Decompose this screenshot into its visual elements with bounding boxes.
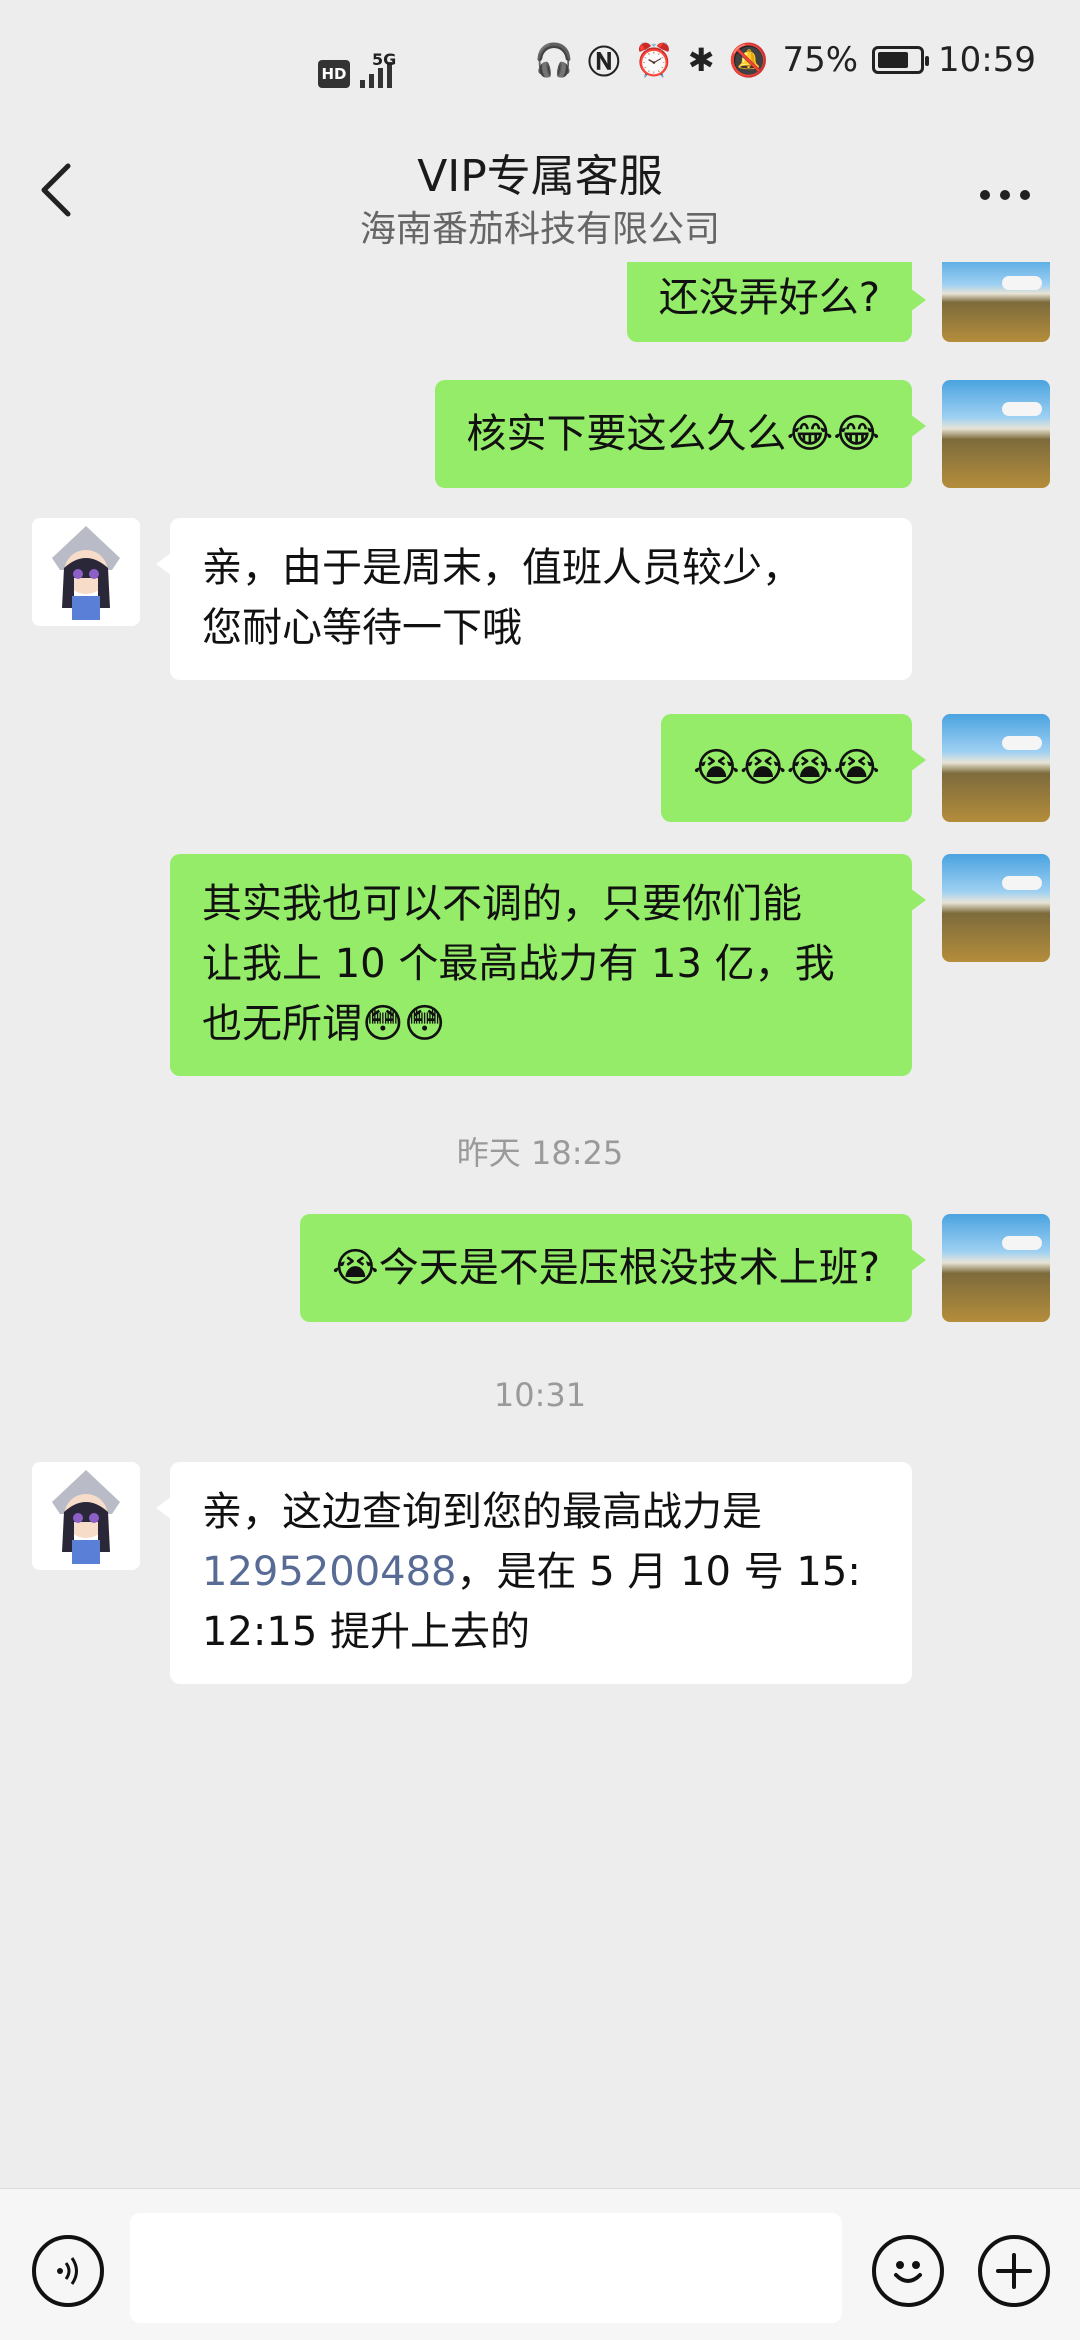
input-bar xyxy=(0,2188,1080,2340)
message-text-line: 亲，这边查询到您的最高战力是 xyxy=(202,1489,762,1535)
nfc-icon: Ⓝ xyxy=(587,43,620,81)
message-text: 😭今天是不是压根没技术上班? xyxy=(332,1245,880,1291)
more-dots-icon[interactable] xyxy=(980,190,1030,200)
link-number[interactable]: 1295200488 xyxy=(202,1549,457,1595)
message-text-line: 也无所谓😳😳 xyxy=(202,1001,446,1047)
clock: 10:59 xyxy=(938,40,1036,80)
message-text-segment: ，是在 5 月 10 号 15: xyxy=(456,1549,861,1595)
agent-character-image xyxy=(32,1462,140,1570)
message-text-line: 12:15 提升上去的 xyxy=(202,1609,530,1655)
avatar-me[interactable] xyxy=(942,262,1050,342)
message-text: 😭😭😭😭 xyxy=(693,745,880,791)
message-input[interactable] xyxy=(130,2213,842,2323)
agent-character-image xyxy=(32,518,140,626)
message-text-line: 亲，由于是周末，值班人员较少， xyxy=(202,545,802,591)
message-text: 还没弄好么? xyxy=(658,275,880,321)
message-bubble-me[interactable]: 其实我也可以不调的，只要你们能 让我上 10 个最高战力有 13 亿，我 也无所… xyxy=(170,854,926,1076)
message-bubble-agent[interactable]: 亲，由于是周末，值班人员较少， 您耐心等待一下哦 xyxy=(156,518,912,680)
message-text-line: 其实我也可以不调的，只要你们能 xyxy=(202,881,802,927)
alarm-icon: ⏰ xyxy=(633,41,674,79)
battery-percent: 75% xyxy=(782,40,859,80)
message-text-line: 您耐心等待一下哦 xyxy=(202,605,522,651)
avatar-agent[interactable] xyxy=(32,1462,140,1570)
page-subtitle: 海南番茄科技有限公司 xyxy=(359,209,720,250)
mute-icon: 🔕 xyxy=(728,41,769,79)
message-bubble-me[interactable]: 😭😭😭😭 xyxy=(661,714,926,822)
chat-area[interactable]: 还没弄好么? 核实下要这么久么😂😂 亲，由于是周末，值班人员较少， 您耐心等待一… xyxy=(0,262,1080,2182)
message-bubble-agent[interactable]: 亲，这边查询到您的最高战力是 1295200488，是在 5 月 10 号 15… xyxy=(156,1462,912,1684)
emoji-icon[interactable] xyxy=(872,2235,944,2307)
message-text: 核实下要这么久么😂😂 xyxy=(466,411,880,457)
avatar-me[interactable] xyxy=(942,854,1050,962)
network-label: 5G xyxy=(372,49,397,69)
plus-icon[interactable] xyxy=(978,2235,1050,2307)
avatar-me[interactable] xyxy=(942,1214,1050,1322)
chat-header: VIP专属客服 海南番茄科技有限公司 xyxy=(0,130,1080,260)
message-bubble-me[interactable]: 还没弄好么? xyxy=(626,262,927,342)
battery-icon xyxy=(872,46,930,74)
page-title: VIP专属客服 xyxy=(417,151,663,202)
avatar-agent[interactable] xyxy=(32,518,140,626)
timestamp: 10:31 xyxy=(493,1376,587,1414)
message-bubble-me[interactable]: 😭今天是不是压根没技术上班? xyxy=(300,1214,926,1322)
status-right: 🎧 Ⓝ ⏰ ✱ 🔕 75% 10:59 xyxy=(534,37,1036,83)
avatar-me[interactable] xyxy=(942,714,1050,822)
message-text-line: 1295200488，是在 5 月 10 号 15: xyxy=(202,1542,880,1602)
status-left-icons: HD 5G xyxy=(318,50,396,88)
bluetooth-icon: ✱ xyxy=(687,41,715,79)
message-bubble-me[interactable]: 核实下要这么久么😂😂 xyxy=(434,380,927,488)
headphones-icon: 🎧 xyxy=(534,41,574,79)
timestamp: 昨天 18:25 xyxy=(456,1134,624,1172)
hd-badge: HD xyxy=(318,60,350,88)
status-bar: HD 5G 🎧 Ⓝ ⏰ ✱ 🔕 75% 10:59 xyxy=(0,0,1080,120)
message-text-line: 让我上 10 个最高战力有 13 亿，我 xyxy=(202,941,835,987)
avatar-me[interactable] xyxy=(942,380,1050,488)
voice-icon[interactable] xyxy=(32,2235,104,2307)
